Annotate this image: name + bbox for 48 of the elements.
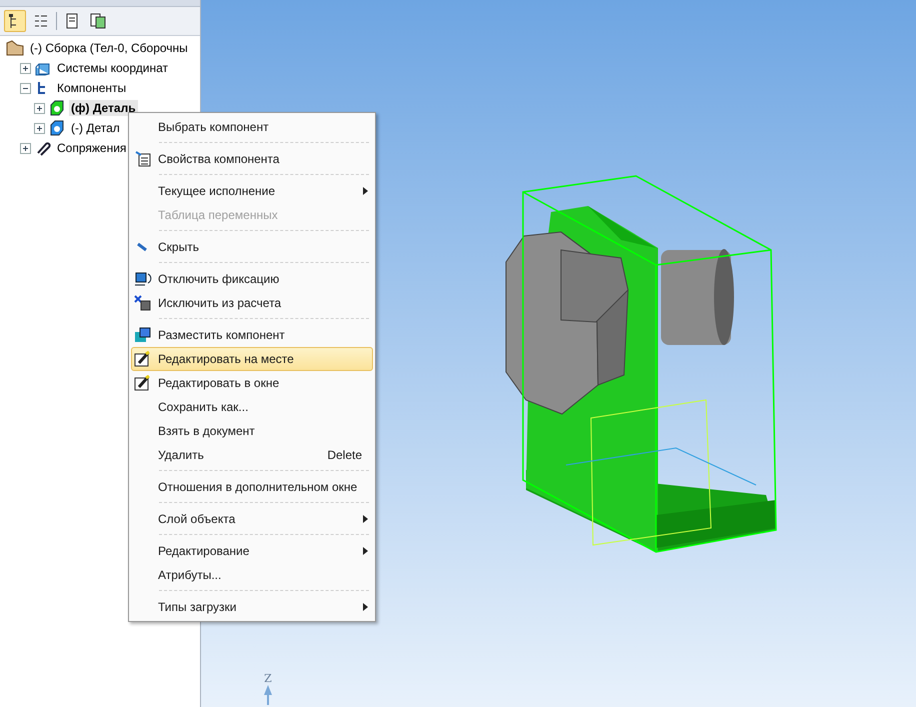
menu-item[interactable]: Скрыть	[131, 235, 373, 259]
submenu-arrow-icon	[363, 515, 368, 523]
page-icon	[66, 13, 78, 29]
pages-icon	[90, 13, 106, 29]
shortcut-label: Delete	[327, 448, 362, 462]
pin-icon	[137, 242, 149, 252]
assembly-icon	[6, 40, 24, 56]
axis-label: Z	[264, 672, 272, 685]
menu-item[interactable]: Отношения в дополнительном окне	[131, 475, 373, 499]
menu-item[interactable]: Слой объекта	[131, 507, 373, 531]
menu-item[interactable]: Исключить из расчета	[131, 291, 373, 315]
collapse-toggle-icon[interactable]	[20, 82, 31, 94]
menu-item[interactable]: Типы загрузки	[131, 595, 373, 619]
expand-toggle-icon[interactable]	[34, 102, 45, 114]
properties-icon	[135, 151, 151, 167]
menu-item[interactable]: Разместить компонент	[131, 323, 373, 347]
menu-item[interactable]: Взять в документ	[131, 419, 373, 443]
list-icon	[34, 14, 48, 28]
menu-item[interactable]: Выбрать компонент	[131, 115, 373, 139]
submenu-arrow-icon	[363, 187, 368, 195]
tree-item[interactable]: (-) Сборка (Тел-0, Сборочны	[28, 40, 190, 56]
submenu-arrow-icon	[363, 603, 368, 611]
expand-toggle-icon[interactable]	[20, 142, 31, 154]
expand-toggle-icon[interactable]	[20, 62, 31, 74]
menu-item[interactable]: Удалить Delete	[131, 443, 373, 467]
place-component-icon	[134, 327, 152, 343]
axis-arrow-icon	[263, 685, 273, 705]
menu-item[interactable]: Редактировать в окне	[131, 371, 373, 395]
menu-item[interactable]: Сохранить как...	[131, 395, 373, 419]
tree-item[interactable]: (ф) Деталь	[69, 100, 138, 116]
tree-item[interactable]: Сопряжения	[55, 140, 128, 156]
submenu-arrow-icon	[363, 547, 368, 555]
edit-icon	[134, 351, 152, 367]
cross-cube-icon	[134, 295, 152, 311]
edit-icon	[134, 375, 152, 391]
menu-item[interactable]: Отключить фиксацию	[131, 267, 373, 291]
menu-item[interactable]: Свойства компонента	[131, 147, 373, 171]
menu-item[interactable]: Редактирование	[131, 539, 373, 563]
tree-item[interactable]: Системы координат	[55, 60, 170, 76]
menu-item[interactable]: Редактировать на месте	[131, 347, 373, 371]
menu-item[interactable]: Текущее исполнение	[131, 179, 373, 203]
expand-toggle-icon[interactable]	[34, 122, 45, 134]
tree-item[interactable]: Компоненты	[55, 80, 128, 96]
toolbar-button[interactable]	[4, 10, 26, 32]
tree-item[interactable]: (-) Детал	[69, 120, 122, 136]
menu-item[interactable]: Атрибуты...	[131, 563, 373, 587]
cube-icon	[134, 271, 152, 287]
paperclip-icon	[35, 140, 51, 156]
